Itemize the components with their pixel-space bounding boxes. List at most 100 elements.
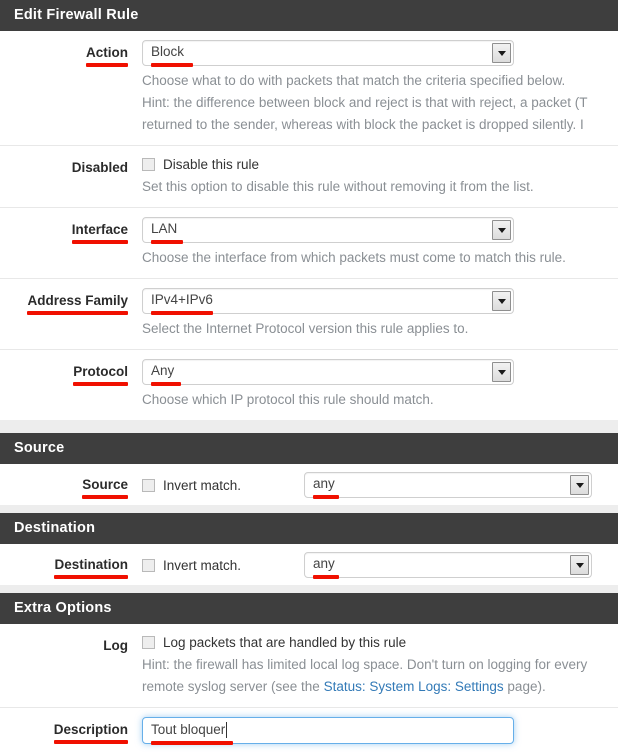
field-disabled: Disable this rule Set this option to dis… bbox=[142, 155, 618, 198]
label-protocol: Protocol bbox=[0, 359, 142, 386]
edit-firewall-rule-page: Edit Firewall Rule Action Block Choose w… bbox=[0, 0, 618, 753]
form-row-address-family: Address Family IPv4+IPv6 Select the Inte… bbox=[0, 278, 618, 350]
label-source: Source bbox=[0, 472, 142, 499]
destination-body: Destination Invert match. any bbox=[0, 543, 618, 585]
interface-value-annotation bbox=[151, 239, 183, 244]
action-hint-line2: Hint: the difference between block and r… bbox=[142, 95, 588, 111]
status-system-logs-settings-link[interactable]: Status: System Logs: Settings bbox=[324, 679, 504, 694]
field-action: Block Choose what to do with packets tha… bbox=[142, 40, 618, 136]
log-packets-checkbox-row[interactable]: Log packets that are handled by this rul… bbox=[142, 633, 618, 650]
form-row-destination: Destination Invert match. any bbox=[0, 543, 618, 585]
section-title-destination: Destination bbox=[0, 512, 618, 544]
address-family-hint: Select the Internet Protocol version thi… bbox=[142, 320, 469, 336]
protocol-hint: Choose which IP protocol this rule shoul… bbox=[142, 391, 434, 407]
form-row-disabled: Disabled Disable this rule Set this opti… bbox=[0, 145, 618, 208]
source-body: Source Invert match. any bbox=[0, 463, 618, 505]
chevron-down-icon[interactable] bbox=[492, 43, 511, 64]
field-address-family: IPv4+IPv6 Select the Internet Protocol v… bbox=[142, 287, 618, 340]
description-input[interactable]: Tout bloquer bbox=[142, 716, 514, 745]
field-log: Log packets that are handled by this rul… bbox=[142, 633, 618, 698]
description-input-value: Tout bloquer bbox=[151, 721, 226, 737]
label-protocol-text: Protocol bbox=[73, 363, 128, 379]
label-address-family-text: Address Family bbox=[27, 292, 128, 308]
field-protocol: Any Choose which IP protocol this rule s… bbox=[142, 358, 618, 411]
log-hint-line2: remote syslog server (see the Status: Sy… bbox=[142, 677, 618, 698]
source-invert-checkbox-row[interactable]: Invert match. bbox=[142, 476, 304, 493]
interface-select[interactable]: LAN bbox=[142, 216, 514, 244]
action-select-value: Block bbox=[151, 44, 185, 60]
chevron-down-icon[interactable] bbox=[570, 474, 589, 495]
label-disabled-text: Disabled bbox=[71, 159, 128, 175]
section-divider bbox=[0, 419, 618, 433]
field-description: Tout bloquer bbox=[142, 716, 618, 745]
label-interface-text: Interface bbox=[71, 221, 128, 237]
source-invert-row: Invert match. any bbox=[142, 471, 618, 499]
protocol-select-value: Any bbox=[151, 362, 175, 378]
checkbox-icon-disable-rule[interactable] bbox=[142, 157, 155, 171]
action-hint-line3: returned to the sender, whereas with blo… bbox=[142, 116, 584, 132]
address-family-select-value: IPv4+IPv6 bbox=[151, 291, 213, 307]
section-divider bbox=[0, 504, 618, 513]
section-divider bbox=[0, 584, 618, 593]
chevron-down-icon[interactable] bbox=[492, 361, 511, 382]
form-row-source: Source Invert match. any bbox=[0, 463, 618, 505]
source-value-annotation bbox=[313, 494, 339, 499]
label-description: Description bbox=[0, 717, 142, 744]
destination-type-select[interactable]: any bbox=[304, 551, 592, 579]
disabled-hint: Set this option to disable this rule wit… bbox=[142, 178, 534, 194]
section-title-source: Source bbox=[0, 432, 618, 464]
label-log: Log bbox=[0, 633, 142, 653]
action-value-annotation bbox=[151, 63, 193, 68]
label-log-text: Log bbox=[103, 637, 128, 653]
field-interface: LAN Choose the interface from which pack… bbox=[142, 216, 618, 269]
label-description-text: Description bbox=[53, 721, 128, 737]
label-destination-text: Destination bbox=[54, 556, 128, 572]
label-action-text: Action bbox=[86, 45, 128, 61]
checkbox-icon-destination-invert[interactable] bbox=[142, 559, 155, 573]
extra-options-body: Log Log packets that are handled by this… bbox=[0, 623, 618, 753]
destination-type-select-value: any bbox=[313, 555, 335, 571]
page-title: Edit Firewall Rule bbox=[0, 0, 618, 32]
protocol-value-annotation bbox=[151, 381, 181, 386]
interface-select-value: LAN bbox=[151, 220, 178, 236]
source-type-select[interactable]: any bbox=[304, 471, 592, 499]
checkbox-icon-source-invert[interactable] bbox=[142, 479, 155, 493]
address-family-select[interactable]: IPv4+IPv6 bbox=[142, 287, 514, 315]
destination-invert-label: Invert match. bbox=[163, 558, 242, 574]
chevron-down-icon[interactable] bbox=[492, 290, 511, 311]
chevron-down-icon[interactable] bbox=[492, 219, 511, 240]
address-family-value-annotation bbox=[151, 310, 213, 315]
log-hint-pre: remote syslog server (see the bbox=[142, 678, 324, 694]
form-row-action: Action Block Choose what to do with pack… bbox=[0, 31, 618, 146]
log-hint-post: page). bbox=[503, 678, 546, 694]
destination-invert-row: Invert match. any bbox=[142, 551, 618, 579]
label-source-text: Source bbox=[82, 476, 128, 492]
section-title-extra-options: Extra Options bbox=[0, 592, 618, 624]
label-address-family: Address Family bbox=[0, 288, 142, 315]
text-cursor bbox=[226, 721, 228, 738]
field-destination: Invert match. any bbox=[142, 551, 618, 579]
chevron-down-icon[interactable] bbox=[570, 554, 589, 575]
source-invert-block: Invert match. bbox=[142, 476, 304, 493]
label-interface: Interface bbox=[0, 217, 142, 244]
general-settings-body: Action Block Choose what to do with pack… bbox=[0, 31, 618, 420]
source-type-select-value: any bbox=[313, 475, 335, 491]
disable-rule-label: Disable this rule bbox=[163, 156, 260, 172]
form-row-protocol: Protocol Any Choose which IP protocol th… bbox=[0, 349, 618, 420]
checkbox-icon-log-packets[interactable] bbox=[142, 635, 155, 649]
destination-value-annotation bbox=[313, 574, 339, 579]
action-hint-line1: Choose what to do with packets that matc… bbox=[142, 73, 566, 89]
label-disabled: Disabled bbox=[0, 155, 142, 175]
action-select[interactable]: Block bbox=[142, 40, 514, 68]
protocol-select[interactable]: Any bbox=[142, 358, 514, 386]
form-row-description: Description Tout bloquer bbox=[0, 707, 618, 753]
disable-rule-checkbox-row[interactable]: Disable this rule bbox=[142, 155, 618, 172]
interface-hint: Choose the interface from which packets … bbox=[142, 249, 566, 265]
source-invert-label: Invert match. bbox=[163, 478, 242, 494]
destination-invert-checkbox-row[interactable]: Invert match. bbox=[142, 556, 304, 573]
form-row-log: Log Log packets that are handled by this… bbox=[0, 623, 618, 708]
description-value-annotation bbox=[151, 740, 233, 745]
log-hint-line1: Hint: the firewall has limited local log… bbox=[142, 656, 588, 672]
field-source: Invert match. any bbox=[142, 471, 618, 499]
destination-invert-block: Invert match. bbox=[142, 556, 304, 573]
